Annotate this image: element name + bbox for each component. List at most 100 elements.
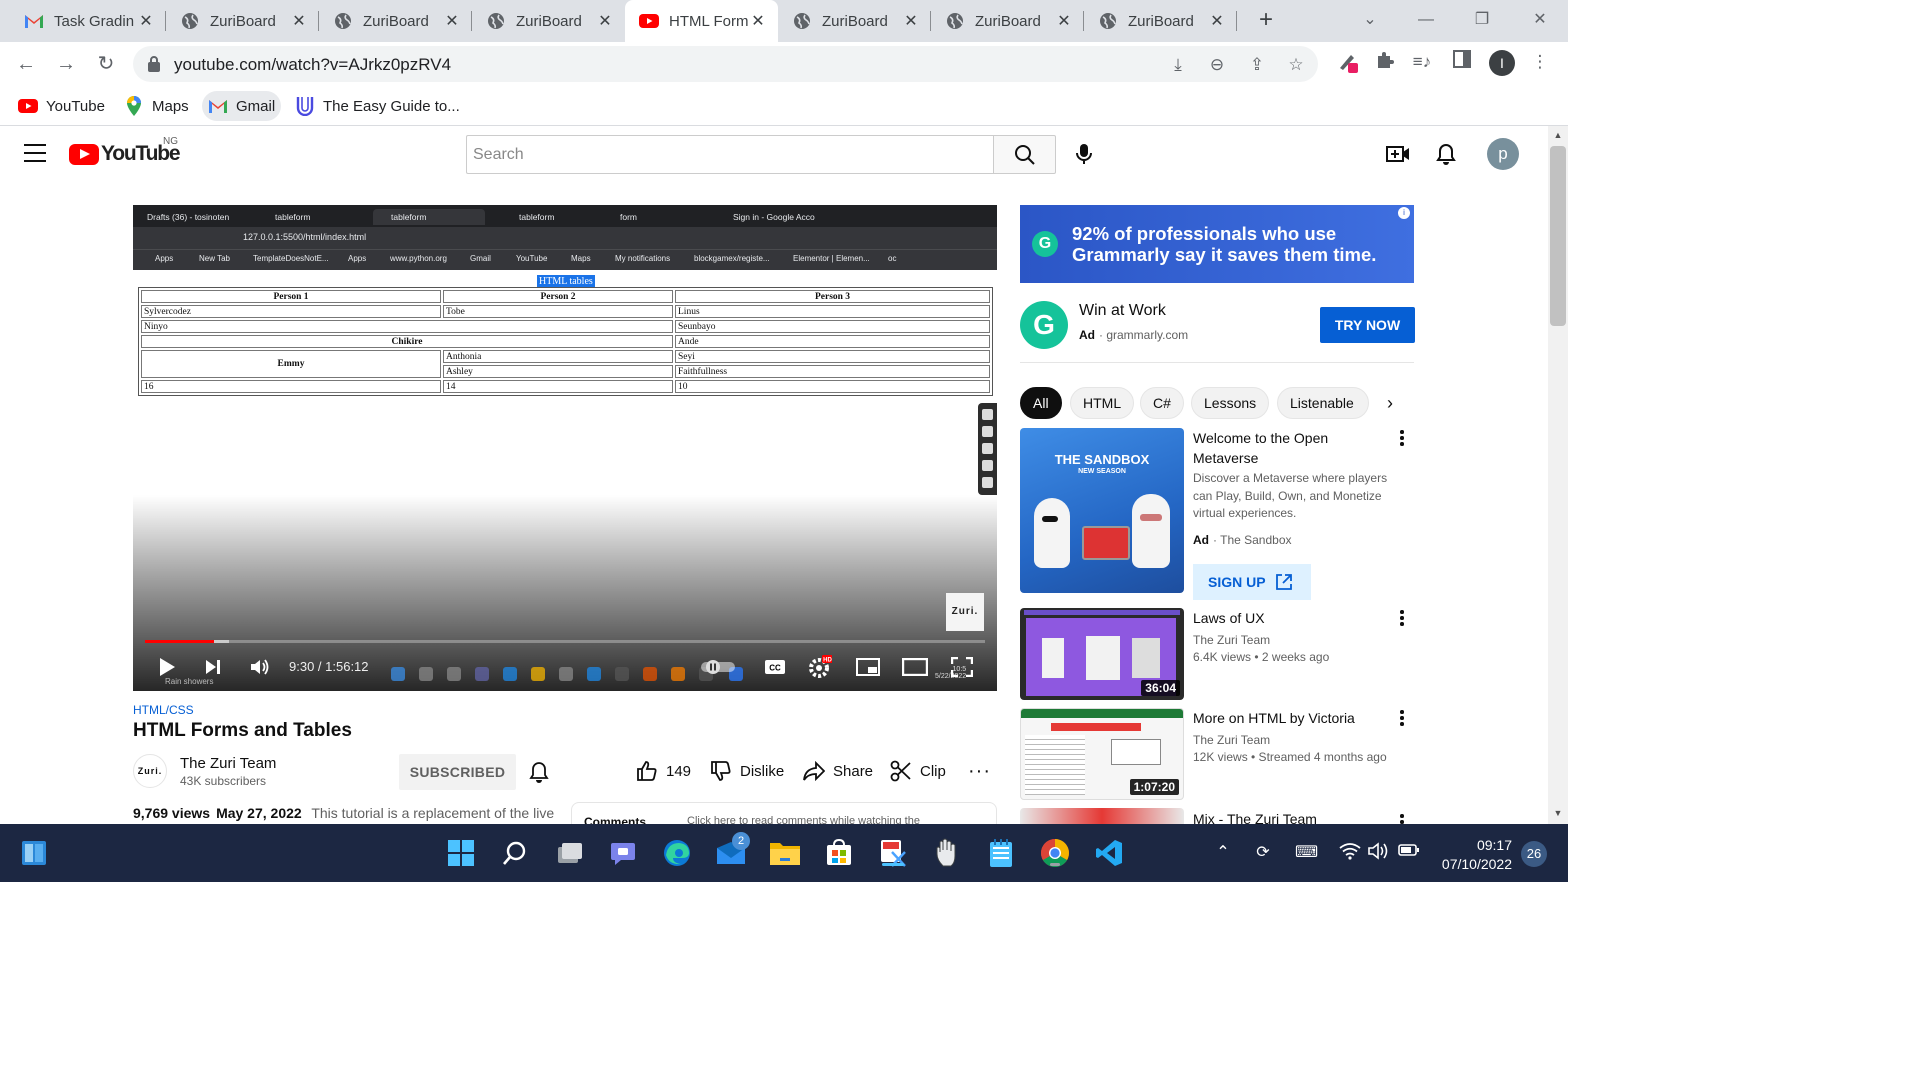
search-icon[interactable] xyxy=(498,836,532,870)
comments-panel[interactable]: Comments Click here to read comments whi… xyxy=(571,802,997,824)
address-bar[interactable]: youtube.com/watch?v=AJrkz0pzRV4 ⤓ ⊖ ⇪ ☆ xyxy=(133,46,1318,82)
like-button[interactable]: 149 xyxy=(636,757,691,785)
close-icon[interactable]: ✕ xyxy=(595,11,615,31)
video-title[interactable]: Mix - The Zuri Team xyxy=(1193,809,1383,824)
install-app-icon[interactable]: ⤓ xyxy=(1167,54,1189,76)
ad-title[interactable]: Win at Work xyxy=(1079,302,1166,320)
system-clock[interactable]: 09:17 07/10/2022 xyxy=(1434,836,1512,874)
video-thumbnail[interactable]: 1:07:20 xyxy=(1020,708,1184,800)
video-progress-bar[interactable] xyxy=(145,640,985,643)
more-options-icon[interactable] xyxy=(1394,710,1410,730)
dislike-button[interactable]: Dislike xyxy=(710,757,784,785)
media-control-icon[interactable]: ≡♪ xyxy=(1410,50,1434,74)
video-title[interactable]: More on HTML by Victoria xyxy=(1193,708,1383,728)
browser-tab-zuriboard[interactable]: ZuriBoard ✕ xyxy=(931,0,1084,42)
filter-chip-lessons[interactable]: Lessons xyxy=(1191,387,1270,419)
scroll-up-arrow-icon[interactable]: ▲ xyxy=(1552,130,1564,140)
edge-browser-icon[interactable] xyxy=(660,836,694,870)
extension-pen-icon[interactable] xyxy=(1336,50,1360,74)
clip-button[interactable]: Clip xyxy=(890,757,946,785)
bookmark-easy-guide[interactable]: The Easy Guide to... xyxy=(289,91,466,121)
browser-tab-zuriboard[interactable]: ZuriBoard ✕ xyxy=(1084,0,1237,42)
filter-chip-all[interactable]: All xyxy=(1020,387,1062,419)
channel-avatar[interactable]: Zuri. xyxy=(133,754,167,788)
page-scrollbar[interactable]: ▲ ▼ xyxy=(1548,126,1568,824)
channel-name[interactable]: The Zuri Team xyxy=(180,755,276,772)
chrome-browser-icon[interactable] xyxy=(1038,836,1072,870)
new-tab-button[interactable]: + xyxy=(1252,6,1280,34)
file-explorer-icon[interactable] xyxy=(768,836,802,870)
mail-icon[interactable]: 2 xyxy=(714,832,750,870)
bookmark-gmail[interactable]: Gmail xyxy=(202,91,282,121)
video-thumbnail[interactable]: 36:04 xyxy=(1020,608,1184,700)
more-menu-icon[interactable]: ⋮ xyxy=(1528,50,1552,74)
browser-tab-zuriboard[interactable]: ZuriBoard ✕ xyxy=(319,0,472,42)
tray-chevron-up-icon[interactable]: ⌃ xyxy=(1212,842,1234,864)
back-button[interactable]: ← xyxy=(12,50,40,78)
next-video-button[interactable] xyxy=(201,655,225,679)
notepad-icon[interactable] xyxy=(984,836,1018,870)
search-input[interactable]: Search xyxy=(466,135,994,174)
vscode-icon[interactable] xyxy=(1092,836,1126,870)
windows-start-icon[interactable] xyxy=(444,836,478,870)
hamburger-menu-icon[interactable] xyxy=(24,144,46,162)
filter-chip-listenable[interactable]: Listenable xyxy=(1277,387,1369,419)
recommended-video-card[interactable]: 36:04 Laws of UX The Zuri Team 6.4K view… xyxy=(1020,608,1420,700)
keyboard-icon[interactable]: ⌨ xyxy=(1295,842,1318,864)
autoplay-toggle[interactable] xyxy=(701,655,735,679)
theater-mode-button[interactable] xyxy=(901,655,929,679)
recommended-video-card[interactable]: 1:07:20 More on HTML by Victoria The Zur… xyxy=(1020,708,1420,800)
more-actions-icon[interactable]: ··· xyxy=(968,757,991,785)
fullscreen-button[interactable] xyxy=(949,655,975,679)
more-options-icon[interactable] xyxy=(1394,430,1410,450)
close-window-button[interactable]: ✕ xyxy=(1526,6,1554,34)
browser-tab-zuriboard[interactable]: ZuriBoard ✕ xyxy=(778,0,931,42)
miniplayer-button[interactable] xyxy=(855,655,881,679)
channel-name[interactable]: The Zuri Team xyxy=(1193,731,1393,749)
share-button[interactable]: Share xyxy=(803,757,873,785)
voice-search-button[interactable] xyxy=(1068,138,1100,170)
tab-search-chevron-icon[interactable]: ⌄ xyxy=(1356,6,1384,34)
recommended-mix-card[interactable]: Mix - The Zuri Team xyxy=(1020,808,1420,824)
sync-icon[interactable]: ⟳ xyxy=(1252,842,1274,864)
more-options-icon[interactable] xyxy=(1394,610,1410,630)
zoom-out-icon[interactable]: ⊖ xyxy=(1206,54,1228,76)
create-video-button[interactable] xyxy=(1385,141,1411,167)
touch-hand-icon[interactable] xyxy=(930,836,964,870)
volume-button[interactable] xyxy=(247,655,273,679)
bookmark-maps[interactable]: Maps xyxy=(118,91,195,121)
close-icon[interactable]: ✕ xyxy=(136,11,156,31)
settings-button[interactable]: HD xyxy=(807,655,833,679)
browser-tab-zuriboard[interactable]: ZuriBoard ✕ xyxy=(472,0,625,42)
snipping-tool-icon[interactable] xyxy=(876,836,910,870)
video-title[interactable]: Welcome to the Open Metaverse xyxy=(1193,428,1383,468)
video-hashtag-link[interactable]: HTML/CSS xyxy=(133,703,194,717)
video-thumbnail[interactable] xyxy=(1020,808,1184,824)
video-player[interactable]: Drafts (36) - tosinoten tableform tablef… xyxy=(133,205,997,691)
notification-count-badge[interactable]: 26 xyxy=(1521,841,1547,867)
browser-tab-task-grading[interactable]: Task Gradin ✕ xyxy=(10,0,166,42)
subscribed-button[interactable]: SUBSCRIBED xyxy=(399,754,516,790)
subtitles-button[interactable]: CC xyxy=(763,655,787,679)
reload-button[interactable]: ↻ xyxy=(92,50,120,78)
video-description-preview[interactable]: 9,769 views May 27, 2022 This tutorial is… xyxy=(133,805,554,821)
filter-chip-csharp[interactable]: C# xyxy=(1140,387,1184,419)
close-icon[interactable]: ✕ xyxy=(1054,11,1074,31)
sign-up-button[interactable]: SIGN UP xyxy=(1193,564,1311,600)
try-now-button[interactable]: TRY NOW xyxy=(1320,307,1415,343)
volume-icon[interactable] xyxy=(1368,842,1390,864)
channel-name[interactable]: The Zuri Team xyxy=(1193,631,1393,649)
close-icon[interactable]: ✕ xyxy=(442,11,462,31)
video-title[interactable]: Laws of UX xyxy=(1193,608,1383,628)
forward-button[interactable]: → xyxy=(52,50,80,78)
task-view-icon[interactable] xyxy=(553,836,587,870)
filter-chip-html[interactable]: HTML xyxy=(1070,387,1135,419)
microsoft-store-icon[interactable] xyxy=(822,836,856,870)
bookmark-star-icon[interactable]: ☆ xyxy=(1285,54,1307,76)
grammarly-ad-banner[interactable]: G 92% of professionals who use Grammarly… xyxy=(1020,205,1414,283)
task-view-widget-icon[interactable] xyxy=(17,836,51,870)
play-button[interactable] xyxy=(155,655,179,679)
channel-notification-button[interactable] xyxy=(526,758,552,786)
browser-tab-zuriboard[interactable]: ZuriBoard ✕ xyxy=(166,0,319,42)
side-panel-icon[interactable] xyxy=(1450,50,1474,74)
